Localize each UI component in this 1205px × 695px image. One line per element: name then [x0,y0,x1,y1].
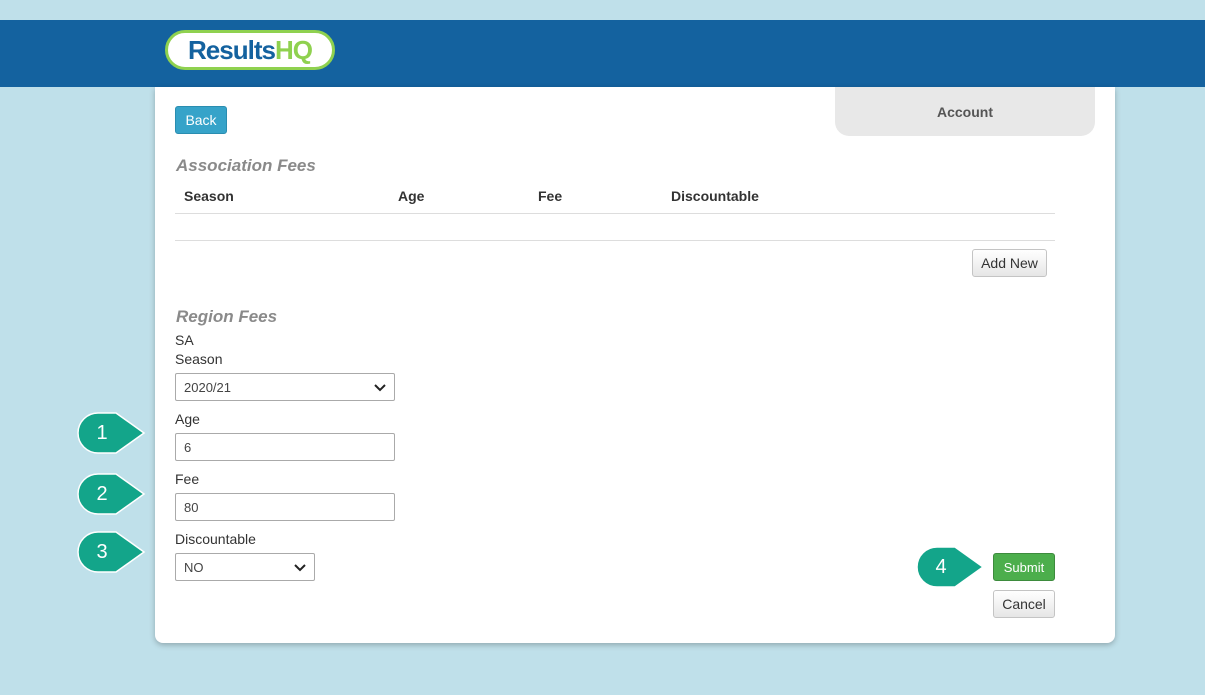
logo-text-hq: HQ [274,34,313,65]
callout-number: 2 [96,482,108,505]
callout-number: 3 [96,540,108,563]
region-fees-title: Region Fees [176,307,278,326]
region-name: SA [175,332,194,348]
add-new-button[interactable]: Add New [972,249,1047,277]
table-divider [175,240,1055,241]
callout-marker-1: 1 [76,411,146,455]
callout-number: 4 [935,555,947,578]
age-input[interactable] [175,433,395,461]
chevron-down-icon [294,562,306,572]
season-select[interactable]: 2020/21 [175,373,395,401]
fee-input[interactable] [175,493,395,521]
back-button[interactable]: Back [175,106,227,134]
resultshq-logo[interactable]: Results HQ [165,30,335,70]
association-fees-title: Association Fees [176,156,316,175]
callout-marker-3: 3 [76,530,146,574]
column-header-fee: Fee [538,188,563,204]
season-select-value: 2020/21 [184,379,231,395]
discountable-select[interactable]: NO [175,553,315,581]
column-header-age: Age [398,188,425,204]
season-label: Season [175,351,223,367]
account-tab[interactable]: Account [835,87,1095,136]
callout-marker-4: 4 [915,545,985,589]
column-header-season: Season [184,188,234,204]
discountable-select-value: NO [184,559,204,575]
submit-button[interactable]: Submit [993,553,1055,581]
table-divider [175,213,1055,214]
column-header-discountable: Discountable [671,188,759,204]
account-label: Account [937,103,993,120]
logo-text-results: Results [188,34,276,65]
discountable-label: Discountable [175,531,256,547]
callout-marker-2: 2 [76,472,146,516]
chevron-down-icon [374,382,386,392]
callout-number: 1 [96,421,108,444]
cancel-button[interactable]: Cancel [993,590,1055,618]
fee-label: Fee [175,471,200,487]
age-label: Age [175,411,200,427]
